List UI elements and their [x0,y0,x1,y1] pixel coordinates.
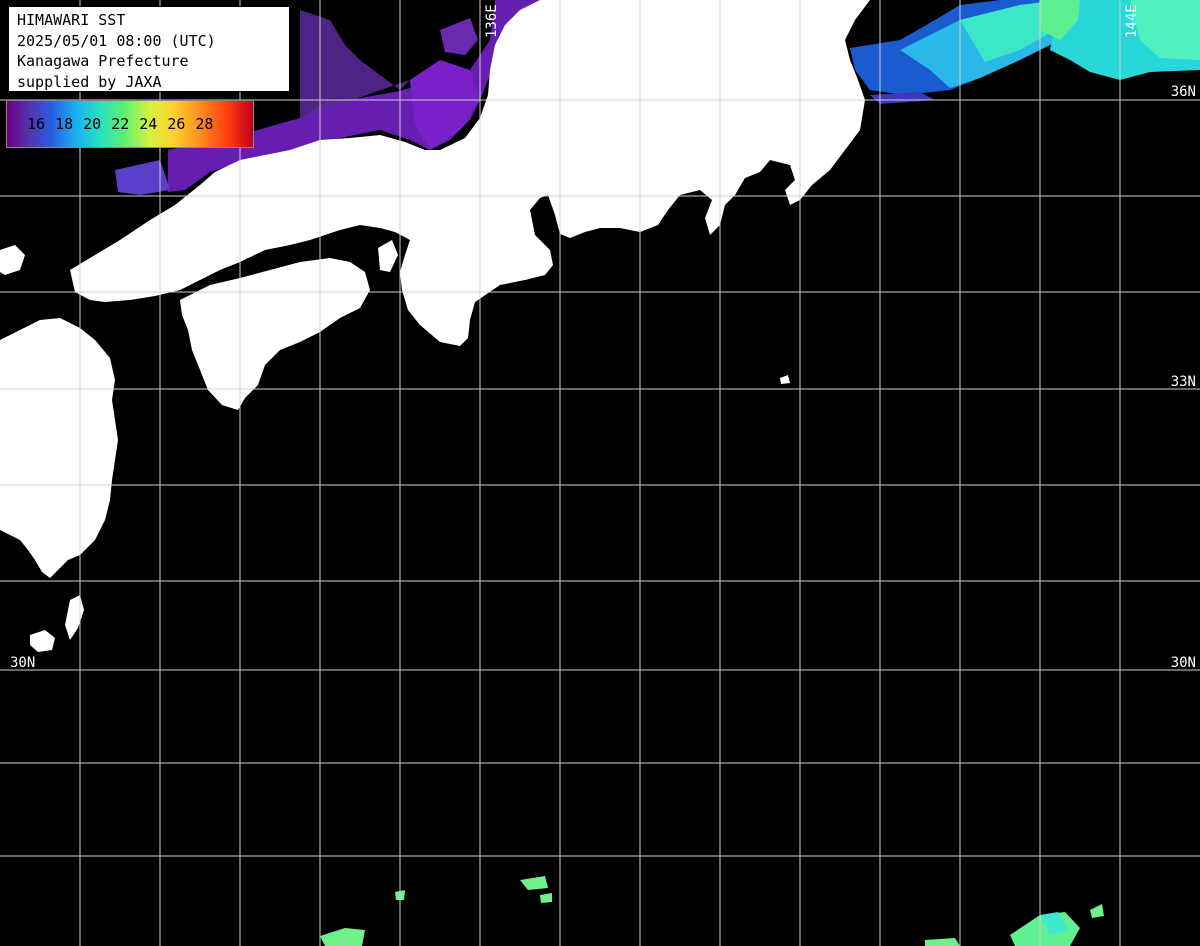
scale-label-22: 22 [111,115,130,133]
scale-label-20: 20 [83,115,102,133]
title-line-region: Kanagawa Prefecture [17,52,189,70]
lat-label-33n: 33N [1171,374,1196,390]
lat-label-30n-left: 30N [10,655,35,671]
title-line-product: HIMAWARI SST [17,11,126,29]
scale-label-28: 28 [195,115,214,133]
lat-label-33-left: 33 [10,374,27,390]
scale-label-24: 24 [139,115,158,133]
lon-label-136e: 136E [484,4,500,38]
title-line-credit: supplied by JAXA [17,72,162,91]
sst-map: 36N 33N 33 30N 30N 136E 144E HIMAWARI SS… [0,0,1200,946]
scale-label-16: 16 [27,115,46,133]
color-scale-legend: 16 18 20 22 24 26 28 [6,100,254,148]
color-scale-labels: 16 18 20 22 24 26 28 [27,115,213,133]
lat-label-36n: 36N [1171,84,1196,100]
scale-label-18: 18 [55,115,74,133]
title-box: HIMAWARI SST 2025/05/01 08:00 (UTC) Kana… [8,6,290,92]
scale-label-26: 26 [167,115,186,133]
lon-label-144e: 144E [1124,4,1140,38]
title-line-datetime: 2025/05/01 08:00 (UTC) [17,31,216,50]
lat-label-30n-right: 30N [1171,655,1196,671]
